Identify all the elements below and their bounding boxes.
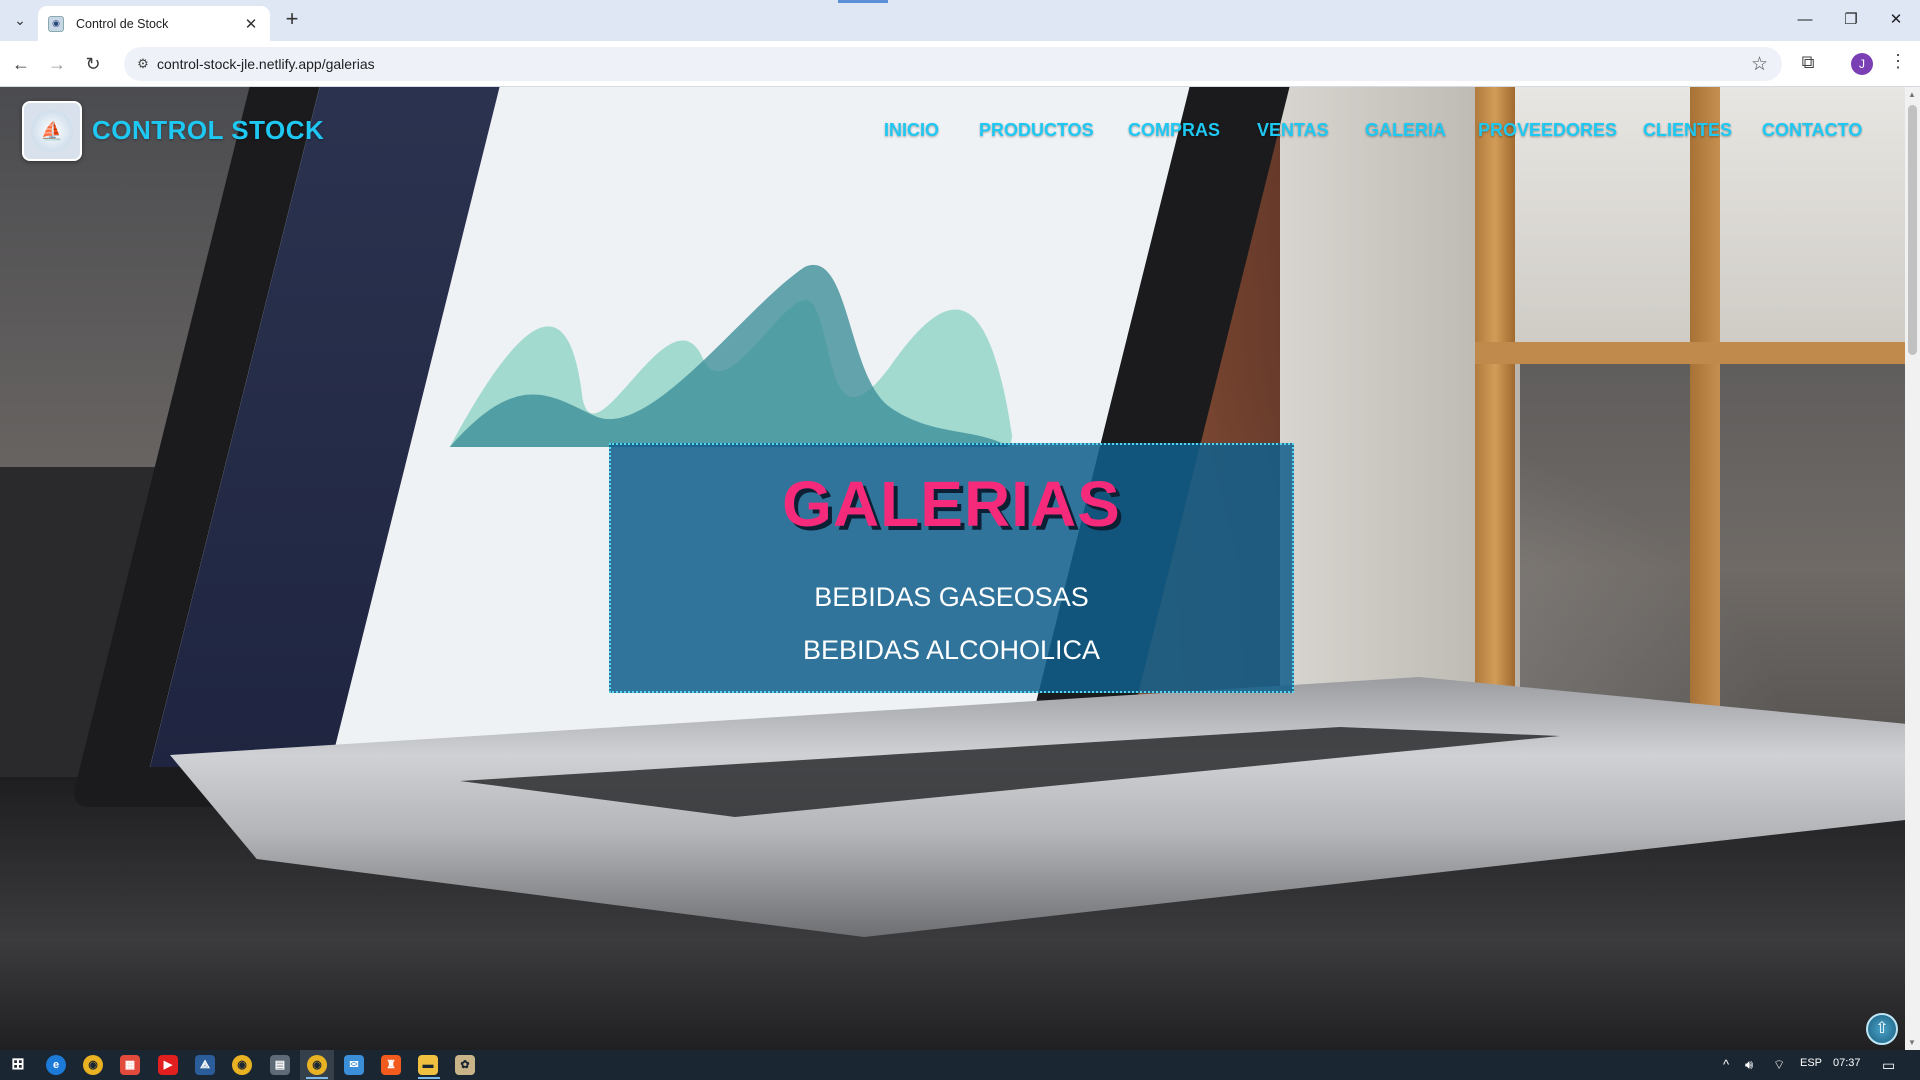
- address-bar: ← → ↻ ⚙ control-stock-jle.netlify.app/ga…: [0, 41, 1920, 87]
- logo-emblem-icon: ⛵: [31, 110, 73, 152]
- calculator-icon[interactable]: ▤: [270, 1055, 290, 1075]
- nav-inicio[interactable]: INICIO: [884, 120, 939, 141]
- clock[interactable]: 07:37: [1833, 1057, 1861, 1069]
- bookmark-star-icon[interactable]: ☆: [1751, 53, 1768, 76]
- tab-bar: ⌄ ◉ Control de Stock ✕ + — ❐ ✕: [0, 0, 1920, 41]
- reload-icon[interactable]: ↻: [80, 52, 106, 76]
- edge-icon[interactable]: e: [46, 1055, 66, 1075]
- start-icon[interactable]: ⊞: [8, 1055, 28, 1075]
- scroll-down-icon[interactable]: ▼: [1908, 1038, 1916, 1047]
- tab-control-de-stock[interactable]: ◉ Control de Stock ✕: [38, 6, 270, 41]
- notifications-icon[interactable]: ▭: [1882, 1057, 1895, 1074]
- taskbar-active-underline: [306, 1077, 328, 1079]
- page-scrollbar[interactable]: ▲ ▼: [1905, 87, 1920, 1050]
- nav-ventas[interactable]: VENTAS: [1257, 120, 1329, 141]
- site-info-icon[interactable]: ⚙: [134, 55, 152, 73]
- new-tab-icon[interactable]: +: [280, 8, 304, 32]
- language-indicator[interactable]: ESP: [1800, 1057, 1822, 1069]
- vscode-icon[interactable]: ⟁: [195, 1055, 215, 1075]
- taskbar-active-underline: [418, 1077, 440, 1079]
- extensions-icon[interactable]: ⧉: [1796, 52, 1820, 76]
- link-bebidas-gaseosas[interactable]: BEBIDAS GASEOSAS: [611, 582, 1292, 613]
- close-window-icon[interactable]: ✕: [1882, 8, 1910, 32]
- nav-compras[interactable]: COMPRAS: [1128, 120, 1220, 141]
- gallery-panel: GALERIAS BEBIDAS GASEOSAS BEBIDAS ALCOHO…: [609, 443, 1294, 693]
- app-icon[interactable]: ✿: [455, 1055, 475, 1075]
- close-tab-icon[interactable]: ✕: [242, 15, 260, 33]
- site-logo[interactable]: ⛵: [22, 101, 82, 161]
- youtube-icon[interactable]: ▶: [158, 1055, 178, 1075]
- chrome-icon[interactable]: ◉: [232, 1055, 252, 1075]
- brave-icon[interactable]: ♜: [381, 1055, 401, 1075]
- tab-title: Control de Stock: [76, 16, 169, 31]
- restore-icon[interactable]: ❐: [1837, 8, 1865, 32]
- folder-icon[interactable]: ▬: [418, 1055, 438, 1075]
- favicon-icon: ◉: [48, 15, 64, 32]
- scroll-thumb[interactable]: [1908, 105, 1917, 355]
- nav-clientes[interactable]: CLIENTES: [1643, 120, 1732, 141]
- url-text[interactable]: control-stock-jle.netlify.app/galerias: [157, 56, 375, 72]
- page-viewport: ⛵ CONTROL STOCK INICIO PRODUCTOS COMPRAS…: [0, 87, 1905, 1050]
- menu-kebab-icon[interactable]: ⋮: [1888, 51, 1908, 75]
- chrome-icon[interactable]: ◉: [83, 1055, 103, 1075]
- nav-galeria[interactable]: GALERIA: [1365, 120, 1446, 141]
- site-brand[interactable]: CONTROL STOCK: [92, 115, 324, 146]
- background-shelf: [1475, 342, 1905, 364]
- profile-avatar[interactable]: J: [1851, 53, 1873, 75]
- screen-area-chart: [449, 264, 1013, 447]
- mail-icon[interactable]: ✉: [344, 1055, 364, 1075]
- back-to-top-button[interactable]: ⇧: [1866, 1013, 1898, 1045]
- nav-productos[interactable]: PRODUCTOS: [979, 120, 1094, 141]
- tray-chevron-icon[interactable]: ^: [1723, 1057, 1729, 1072]
- omnibox[interactable]: ⚙ control-stock-jle.netlify.app/galerias…: [124, 47, 1782, 81]
- volume-icon[interactable]: 🔊︎: [1745, 1057, 1753, 1073]
- apps-icon[interactable]: ▦: [120, 1055, 140, 1075]
- network-icon[interactable]: ⌔: [1773, 1057, 1785, 1073]
- tab-search-icon[interactable]: ⌄: [8, 8, 32, 32]
- forward-icon[interactable]: →: [44, 52, 70, 76]
- link-bebidas-alcoholica[interactable]: BEBIDAS ALCOHOLICA: [611, 635, 1292, 666]
- minimize-icon[interactable]: —: [1791, 8, 1819, 32]
- scroll-up-icon[interactable]: ▲: [1908, 90, 1916, 99]
- back-icon[interactable]: ←: [8, 52, 34, 76]
- nav-proveedores[interactable]: PROVEEDORES: [1478, 120, 1617, 141]
- nav-contacto[interactable]: CONTACTO: [1762, 120, 1862, 141]
- page-title: GALERIAS: [782, 468, 1121, 540]
- chrome-icon[interactable]: ◉: [307, 1055, 327, 1075]
- drag-indicator: [838, 0, 888, 3]
